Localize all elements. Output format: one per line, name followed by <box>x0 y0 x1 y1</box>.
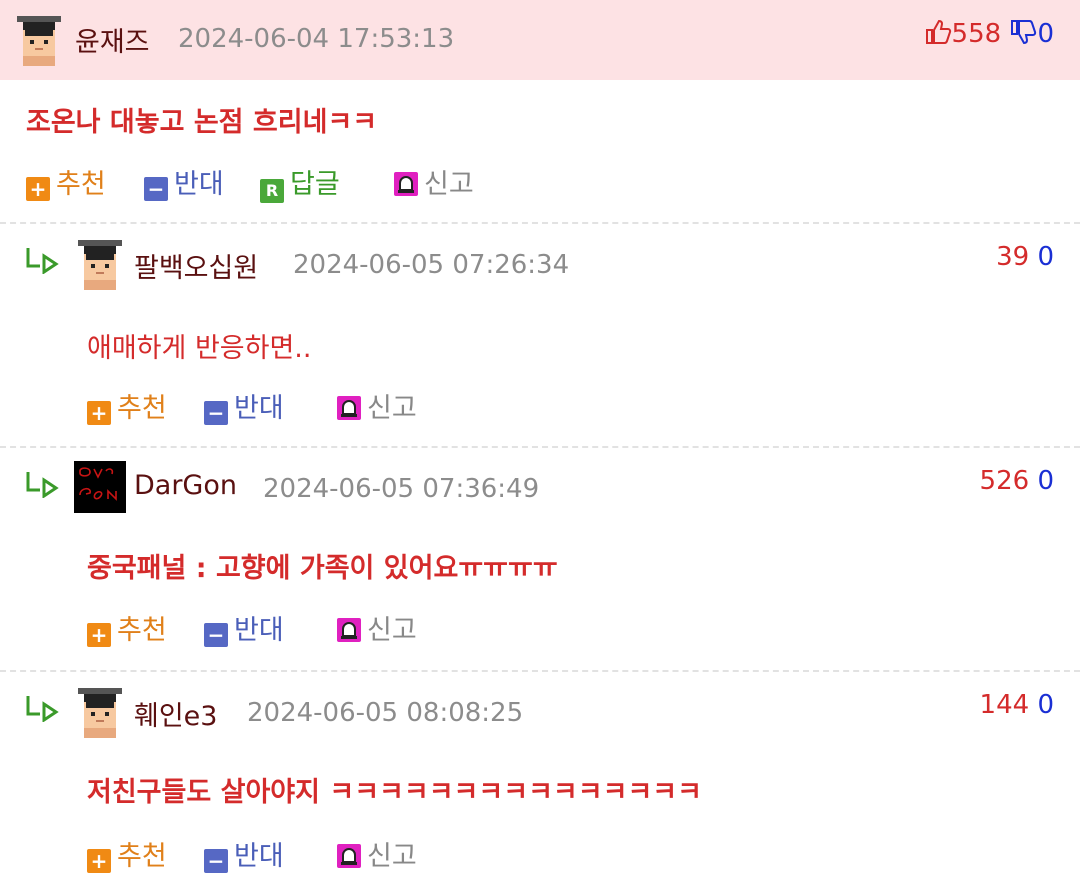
comment-actions: + 추천 − 반대 신고 <box>87 392 587 426</box>
report-button[interactable]: 신고 <box>337 614 417 648</box>
avatar-student-cap-icon[interactable] <box>13 14 65 66</box>
plus-icon: + <box>87 849 111 873</box>
comment-item: 윤재즈 2024-06-04 17:53:13 558 0 조온나 대놓고 논점… <box>0 0 1080 222</box>
comment-date: 2024-06-05 07:26:34 <box>293 250 570 280</box>
report-button[interactable]: 신고 <box>394 168 474 202</box>
report-label: 신고 <box>367 393 417 424</box>
comment-actions: + 추천 − 반대 신고 <box>87 614 587 648</box>
reply-arrow-icon <box>24 468 60 498</box>
plus-icon: + <box>87 401 111 425</box>
comment-item: DarGon 2024-06-05 07:36:49 526 0 중국패널 : … <box>0 448 1080 670</box>
recommend-button[interactable]: + 추천 <box>87 840 167 874</box>
thumbs-up-icon <box>924 18 952 53</box>
upvote-count: 144 <box>979 690 1030 720</box>
recommend-label: 추천 <box>56 169 106 200</box>
report-button[interactable]: 신고 <box>337 392 417 426</box>
reply-label: 답글 <box>290 169 340 200</box>
vote-counts: 39 0 <box>996 242 1054 272</box>
report-label: 신고 <box>424 169 474 200</box>
avatar-student-cap-icon[interactable] <box>74 238 126 290</box>
upvote-count: 526 <box>979 466 1030 496</box>
downvote-count: 0 <box>1037 690 1054 720</box>
comment-content: 중국패널 : 고향에 가족이 있어요ㅠㅠㅠㅠ <box>87 553 558 584</box>
comment-date: 2024-06-05 08:08:25 <box>247 698 524 728</box>
siren-icon <box>394 172 418 196</box>
oppose-label: 반대 <box>234 615 284 646</box>
oppose-label: 반대 <box>234 393 284 424</box>
avatar-dargon-icon[interactable] <box>74 461 126 513</box>
oppose-button[interactable]: − 반대 <box>204 840 284 874</box>
report-label: 신고 <box>367 841 417 872</box>
comment-actions: + 추천 − 반대 신고 <box>87 840 587 874</box>
recommend-button[interactable]: + 추천 <box>87 392 167 426</box>
siren-icon <box>337 396 361 420</box>
recommend-label: 추천 <box>117 615 167 646</box>
comment-content: 애매하게 반응하면.. <box>87 333 312 364</box>
reply-button[interactable]: R 답글 <box>260 168 340 203</box>
comment-author[interactable]: 팔백오십원 <box>134 246 258 285</box>
minus-icon: − <box>144 177 168 201</box>
comment-item: 팔백오십원 2024-06-05 07:26:34 39 0 애매하게 반응하면… <box>0 224 1080 446</box>
comment-item: 훼인e3 2024-06-05 08:08:25 144 0 저친구들도 살아야… <box>0 672 1080 891</box>
minus-icon: − <box>204 623 228 647</box>
vote-counts: 558 0 <box>924 18 1054 53</box>
report-label: 신고 <box>367 615 417 646</box>
downvote-count: 0 <box>1037 466 1054 496</box>
plus-icon: + <box>87 623 111 647</box>
vote-counts: 526 0 <box>980 466 1054 496</box>
siren-icon <box>337 844 361 868</box>
oppose-button[interactable]: − 반대 <box>144 168 224 202</box>
siren-icon <box>337 618 361 642</box>
upvote-count: 558 <box>951 19 1002 49</box>
comment-author[interactable]: 윤재즈 <box>75 20 150 59</box>
comment-author[interactable]: DarGon <box>134 470 237 501</box>
recommend-label: 추천 <box>117 841 167 872</box>
vote-counts: 144 0 <box>980 690 1054 720</box>
oppose-button[interactable]: − 반대 <box>204 392 284 426</box>
comment-content: 저친구들도 살아야지 ㅋㅋㅋㅋㅋㅋㅋㅋㅋㅋㅋㅋㅋㅋㅋ <box>87 777 702 808</box>
comment-date: 2024-06-04 17:53:13 <box>178 24 455 54</box>
avatar-student-cap-icon[interactable] <box>74 686 126 738</box>
comment-actions: + 추천 − 반대 R 답글 신고 <box>26 168 626 203</box>
comment-content: 조온나 대놓고 논점 흐리네ㅋㅋ <box>26 107 378 138</box>
oppose-label: 반대 <box>234 841 284 872</box>
comment-date: 2024-06-05 07:36:49 <box>263 474 540 504</box>
reply-arrow-icon <box>24 692 60 722</box>
oppose-label: 반대 <box>174 169 224 200</box>
downvote-count: 0 <box>1037 242 1054 272</box>
minus-icon: − <box>204 401 228 425</box>
recommend-button[interactable]: + 추천 <box>87 614 167 648</box>
thumbs-down-icon <box>1009 18 1037 53</box>
recommend-button[interactable]: + 추천 <box>26 168 106 202</box>
downvote-count: 0 <box>1037 19 1054 49</box>
minus-icon: − <box>204 849 228 873</box>
plus-icon: + <box>26 177 50 201</box>
report-button[interactable]: 신고 <box>337 840 417 874</box>
upvote-count: 39 <box>996 242 1030 272</box>
recommend-label: 추천 <box>117 393 167 424</box>
reply-arrow-icon <box>24 244 60 274</box>
reply-r-icon: R <box>260 179 284 203</box>
comment-author[interactable]: 훼인e3 <box>134 694 217 733</box>
oppose-button[interactable]: − 반대 <box>204 614 284 648</box>
